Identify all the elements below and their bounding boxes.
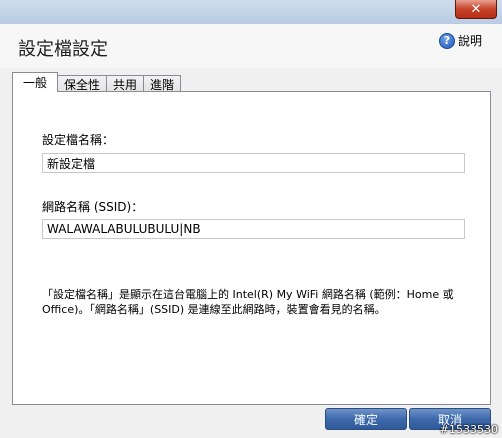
tab-security[interactable]: 保全性 [57, 75, 108, 92]
general-tab-panel: 設定檔名稱： 網路名稱 (SSID)： 「設定檔名稱」是顯示在這台電腦上的 In… [12, 91, 491, 405]
close-icon: ✕ [470, 1, 482, 17]
close-button[interactable]: ✕ [455, 0, 497, 19]
ssid-input[interactable] [42, 219, 465, 239]
help-label: 說明 [457, 34, 482, 48]
tab-advanced[interactable]: 進階 [143, 75, 182, 92]
watermark: #1533530 [439, 423, 498, 436]
ok-button[interactable]: 確定 [325, 408, 407, 430]
profile-name-label: 設定檔名稱： [42, 133, 115, 147]
description-text: 「設定檔名稱」是顯示在這台電腦上的 Intel(R) My WiFi 網路名稱 … [42, 288, 454, 316]
tab-bar: 一般 保全性 共用 進階 [12, 72, 182, 92]
profile-name-input[interactable] [42, 153, 465, 173]
dialog-title: 設定檔設定 [18, 39, 108, 60]
help-icon: ? [438, 32, 455, 49]
tab-general[interactable]: 一般 [12, 72, 59, 92]
ssid-label: 網路名稱 (SSID)： [42, 200, 144, 214]
dialog-header: 設定檔設定 ? 說明 [0, 24, 502, 68]
tab-sharing[interactable]: 共用 [106, 75, 145, 92]
dialog-window: 設定檔設定 ? 說明 一般 保全性 共用 進階 設定檔名稱： 網路名稱 (SSI… [0, 24, 502, 438]
window-titlebar: ✕ [0, 0, 502, 24]
help-link[interactable]: ? 說明 [438, 32, 482, 49]
